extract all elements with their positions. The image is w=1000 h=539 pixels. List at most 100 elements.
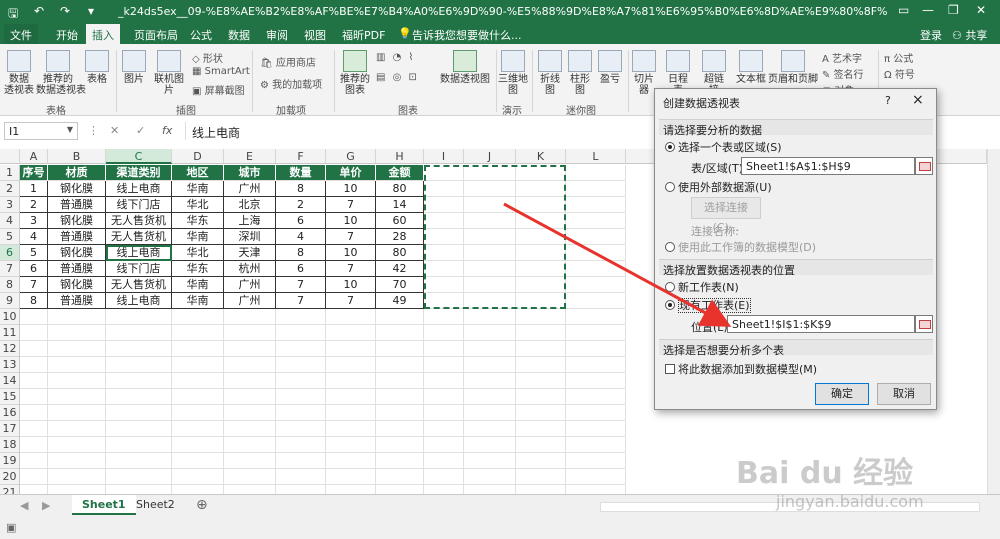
empty-cell[interactable] bbox=[566, 373, 626, 389]
empty-cell[interactable] bbox=[566, 277, 626, 293]
empty-cell[interactable] bbox=[106, 373, 172, 389]
save-icon[interactable]: 🖫 bbox=[8, 4, 18, 25]
empty-cell[interactable] bbox=[464, 293, 516, 309]
recommended-charts-button[interactable]: 推荐的 图表 bbox=[338, 50, 372, 96]
radio-select-range[interactable]: 选择一个表或区域(S) bbox=[665, 139, 782, 155]
empty-cell[interactable] bbox=[516, 293, 566, 309]
prev-sheet-icon[interactable]: ◀ bbox=[20, 499, 28, 512]
tab-review[interactable]: 审阅 bbox=[266, 27, 288, 43]
tab-view[interactable]: 视图 bbox=[304, 27, 326, 43]
empty-cell[interactable] bbox=[376, 309, 424, 325]
empty-cell[interactable] bbox=[566, 437, 626, 453]
empty-cell[interactable] bbox=[516, 245, 566, 261]
empty-cell[interactable] bbox=[516, 261, 566, 277]
empty-cell[interactable] bbox=[424, 421, 464, 437]
empty-cell[interactable] bbox=[566, 197, 626, 213]
empty-cell[interactable] bbox=[424, 389, 464, 405]
empty-cell[interactable] bbox=[48, 357, 106, 373]
data-cell[interactable]: 线上电商 bbox=[106, 245, 172, 261]
sparkline-winloss-button[interactable]: 盈亏 bbox=[598, 50, 622, 85]
empty-cell[interactable] bbox=[516, 421, 566, 437]
empty-cell[interactable] bbox=[566, 357, 626, 373]
empty-cell[interactable] bbox=[566, 453, 626, 469]
data-cell[interactable]: 华北 bbox=[172, 245, 224, 261]
add-to-data-model-checkbox[interactable]: 将此数据添加到数据模型(M) bbox=[665, 361, 817, 377]
row-header[interactable]: 7 bbox=[0, 261, 20, 277]
empty-cell[interactable] bbox=[48, 421, 106, 437]
pivot-table-button[interactable]: 数据 透视表 bbox=[4, 50, 34, 96]
tab-home[interactable]: 开始 bbox=[56, 27, 78, 43]
empty-cell[interactable] bbox=[224, 357, 276, 373]
empty-cell[interactable] bbox=[172, 469, 224, 485]
data-cell[interactable]: 线上电商 bbox=[106, 181, 172, 197]
empty-cell[interactable] bbox=[566, 405, 626, 421]
symbol-button[interactable]: Ω 符号 bbox=[884, 66, 915, 81]
empty-cell[interactable] bbox=[20, 389, 48, 405]
empty-cell[interactable] bbox=[424, 213, 464, 229]
empty-cell[interactable] bbox=[516, 453, 566, 469]
empty-cell[interactable] bbox=[276, 341, 326, 357]
header-cell[interactable]: 数量 bbox=[276, 165, 326, 181]
data-cell[interactable]: 8 bbox=[276, 245, 326, 261]
data-cell[interactable]: 7 bbox=[326, 229, 376, 245]
tab-file[interactable]: 文件 bbox=[4, 24, 38, 44]
close-icon[interactable]: ✕ bbox=[976, 3, 986, 17]
tab-insert[interactable]: 插入 bbox=[86, 24, 120, 44]
data-cell[interactable]: 杭州 bbox=[224, 261, 276, 277]
data-cell[interactable]: 无人售货机 bbox=[106, 213, 172, 229]
customize-icon[interactable]: ▾ bbox=[88, 4, 94, 18]
empty-cell[interactable] bbox=[172, 405, 224, 421]
picture-button[interactable]: 图片 bbox=[122, 50, 146, 85]
empty-cell[interactable] bbox=[516, 405, 566, 421]
data-cell[interactable]: 华东 bbox=[172, 261, 224, 277]
empty-cell[interactable] bbox=[516, 373, 566, 389]
empty-cell[interactable] bbox=[566, 325, 626, 341]
empty-cell[interactable] bbox=[106, 389, 172, 405]
empty-cell[interactable] bbox=[464, 261, 516, 277]
data-cell[interactable]: 华南 bbox=[172, 277, 224, 293]
empty-cell[interactable] bbox=[326, 437, 376, 453]
empty-cell[interactable] bbox=[106, 437, 172, 453]
empty-cell[interactable] bbox=[464, 373, 516, 389]
empty-cell[interactable] bbox=[424, 309, 464, 325]
column-header[interactable]: E bbox=[224, 149, 276, 164]
data-cell[interactable]: 普通膜 bbox=[48, 197, 106, 213]
data-cell[interactable]: 北京 bbox=[224, 197, 276, 213]
data-cell[interactable]: 钢化膜 bbox=[48, 213, 106, 229]
empty-cell[interactable] bbox=[224, 325, 276, 341]
empty-cell[interactable] bbox=[424, 405, 464, 421]
empty-cell[interactable] bbox=[20, 341, 48, 357]
data-cell[interactable]: 28 bbox=[376, 229, 424, 245]
add-sheet-icon[interactable]: ⊕ bbox=[196, 497, 208, 513]
data-cell[interactable]: 2 bbox=[276, 197, 326, 213]
empty-cell[interactable] bbox=[424, 437, 464, 453]
empty-cell[interactable] bbox=[48, 437, 106, 453]
empty-cell[interactable] bbox=[276, 389, 326, 405]
data-cell[interactable]: 深圳 bbox=[224, 229, 276, 245]
empty-cell[interactable] bbox=[326, 421, 376, 437]
empty-cell[interactable] bbox=[20, 453, 48, 469]
empty-cell[interactable] bbox=[276, 421, 326, 437]
empty-cell[interactable] bbox=[276, 437, 326, 453]
empty-cell[interactable] bbox=[516, 437, 566, 453]
header-cell[interactable]: 渠道类别 bbox=[106, 165, 172, 181]
empty-cell[interactable] bbox=[424, 341, 464, 357]
empty-cell[interactable] bbox=[276, 373, 326, 389]
column-header[interactable]: J bbox=[464, 149, 516, 164]
empty-cell[interactable] bbox=[376, 325, 424, 341]
empty-cell[interactable] bbox=[48, 469, 106, 485]
radio-data-model[interactable]: 使用此工作簿的数据模型(D) bbox=[665, 239, 816, 255]
cancel-button[interactable]: 取消 bbox=[877, 383, 931, 405]
login-link[interactable]: 登录 bbox=[920, 27, 942, 43]
store-button[interactable]: 🛍 应用商店 bbox=[260, 54, 316, 69]
empty-cell[interactable] bbox=[224, 405, 276, 421]
chart-types-icon[interactable]: ▥ ◔ ⌇ bbox=[376, 52, 415, 63]
empty-cell[interactable] bbox=[464, 469, 516, 485]
empty-cell[interactable] bbox=[516, 469, 566, 485]
data-cell[interactable]: 7 bbox=[20, 277, 48, 293]
empty-cell[interactable] bbox=[172, 389, 224, 405]
empty-cell[interactable] bbox=[172, 309, 224, 325]
tab-foxit-pdf[interactable]: 福昕PDF bbox=[342, 27, 385, 43]
column-header[interactable]: A bbox=[20, 149, 48, 164]
smartart-button[interactable]: ▦ SmartArt bbox=[192, 66, 250, 77]
